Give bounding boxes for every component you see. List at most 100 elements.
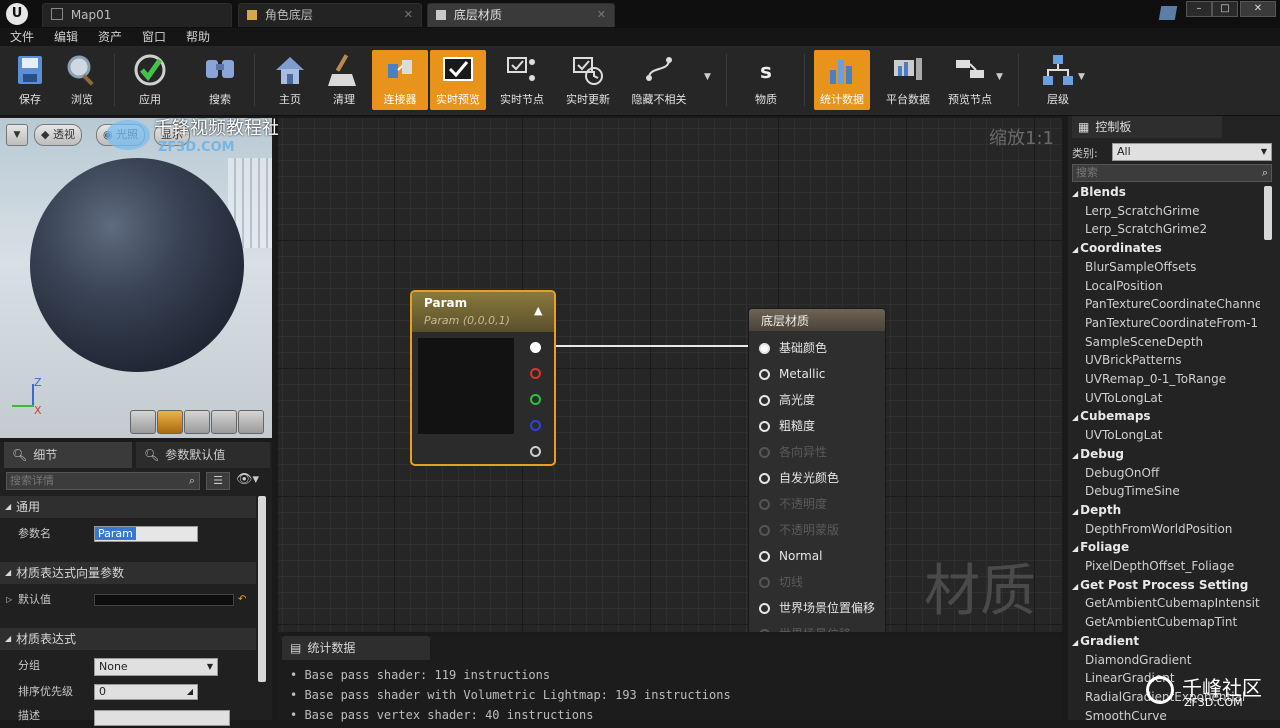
palette-category[interactable]: ◢ Get Post Process Setting: [1072, 576, 1248, 595]
collapse-node-icon[interactable]: ▲: [534, 304, 542, 317]
preview-node-button[interactable]: 预览节点: [942, 50, 998, 110]
input-pin[interactable]: [759, 551, 770, 562]
stats-tab[interactable]: ▤ 统计数据: [282, 636, 430, 660]
save-button[interactable]: 保存: [2, 50, 58, 110]
palette-category[interactable]: ◢ Debug: [1072, 445, 1124, 464]
details-search-input[interactable]: 搜索详情 ⌕: [6, 472, 200, 490]
palette-tab[interactable]: ▦ 控制板: [1072, 116, 1222, 138]
minimize-button[interactable]: –: [1186, 1, 1212, 17]
palette-item[interactable]: Lerp_ScratchGrime2: [1085, 220, 1207, 239]
tab-parameter-defaults[interactable]: 🔍︎ 参数默认值: [136, 442, 270, 468]
substance-button[interactable]: s 物质: [738, 50, 794, 110]
palette-item[interactable]: DebugOnOff: [1085, 464, 1159, 483]
palette-item[interactable]: BlurSampleOffsets: [1085, 258, 1196, 277]
input-pin[interactable]: [759, 577, 770, 588]
material-graph[interactable]: 缩放1:1 材质 Param Param (0,0,0,1) ▲ 底层材质 基础…: [278, 118, 1062, 632]
hide-unrelated-dropdown-icon[interactable]: ▼: [704, 72, 711, 82]
close-window-button[interactable]: ✕: [1240, 1, 1276, 17]
menu-edit[interactable]: 编辑: [54, 28, 78, 46]
default-color-swatch[interactable]: [94, 594, 234, 606]
unreal-logo-icon[interactable]: U: [6, 3, 28, 25]
input-pin[interactable]: [759, 369, 770, 380]
section-general[interactable]: ◢ 通用: [0, 496, 256, 518]
preview-mesh-button[interactable]: [238, 410, 264, 434]
details-scrollbar[interactable]: [258, 496, 266, 682]
input-pin[interactable]: [759, 395, 770, 406]
input-pin[interactable]: [759, 603, 770, 614]
preview-sphere-button[interactable]: [157, 410, 183, 434]
hide-unrelated-button[interactable]: 隐藏不相关: [628, 50, 690, 110]
eye-icon[interactable]: 👁︎▾: [236, 472, 259, 487]
param-name-input[interactable]: Param: [94, 526, 198, 542]
tab-details[interactable]: 🔍︎ 细节: [4, 442, 132, 468]
output-pin-g[interactable]: [530, 394, 541, 405]
palette-item[interactable]: UVToLongLat: [1085, 426, 1162, 445]
palette-search-input[interactable]: 搜索 ⌕: [1072, 164, 1272, 182]
palette-scrollbar[interactable]: [1264, 186, 1272, 240]
palette-item[interactable]: GetAmbientCubemapTint: [1085, 613, 1237, 632]
menu-help[interactable]: 帮助: [186, 28, 210, 46]
live-update-button[interactable]: 实时更新: [560, 50, 616, 110]
palette-item[interactable]: PixelDepthOffset_Foliage: [1085, 557, 1234, 576]
palette-item[interactable]: PanTextureCoordinateChanne: [1085, 295, 1260, 314]
input-pin[interactable]: [759, 343, 770, 354]
palette-category[interactable]: ◢ Depth: [1072, 501, 1121, 520]
live-nodes-button[interactable]: 实时节点: [494, 50, 550, 110]
home-button[interactable]: 主页: [262, 50, 318, 110]
input-pin[interactable]: [759, 525, 770, 536]
expand-arrow-icon[interactable]: ▷: [6, 588, 12, 612]
tab-base-material[interactable]: 底层材质 ✕: [427, 3, 615, 27]
palette-category[interactable]: ◢ Coordinates: [1072, 239, 1162, 258]
output-pin-r[interactable]: [530, 368, 541, 379]
palette-item[interactable]: PanTextureCoordinateFrom-1: [1085, 314, 1258, 333]
palette-category[interactable]: ◢ Foliage: [1072, 538, 1129, 557]
clean-button[interactable]: 清理: [316, 50, 372, 110]
hierarchy-dropdown-icon[interactable]: ▼: [1078, 72, 1085, 82]
input-pin[interactable]: [759, 473, 770, 484]
palette-category[interactable]: ◢ Blends: [1072, 183, 1126, 202]
palette-item[interactable]: DebugTimeSine: [1085, 482, 1180, 501]
view-options-button[interactable]: ☰: [206, 472, 230, 490]
connector-button[interactable]: 连接器: [372, 50, 428, 110]
live-preview-button[interactable]: 实时预览: [430, 50, 486, 110]
input-pin[interactable]: [759, 447, 770, 458]
palette-category[interactable]: ◢ Cubemaps: [1072, 407, 1151, 426]
group-dropdown[interactable]: None ▼: [94, 658, 218, 676]
priority-input[interactable]: 0 ◢: [94, 684, 198, 700]
viewport-options-button[interactable]: ▼: [6, 124, 28, 146]
apply-button[interactable]: 应用: [122, 50, 178, 110]
menu-file[interactable]: 文件: [10, 28, 34, 46]
preview-viewport[interactable]: ▼ ◆ 透视 ◉ 光照 显示 Z X: [0, 118, 272, 438]
palette-item[interactable]: UVToLongLat: [1085, 389, 1162, 408]
menu-window[interactable]: 窗口: [142, 28, 166, 46]
preview-cylinder-button[interactable]: [130, 410, 156, 434]
material-result-node[interactable]: 底层材质 基础颜色 Metallic 高光度 粗糙度 各向异性 自发光颜色 不透明度 不透明蒙…: [748, 308, 886, 632]
section-material-expression[interactable]: ◢ 材质表达式: [0, 628, 256, 650]
palette-item[interactable]: DiamondGradient: [1085, 651, 1191, 670]
reset-default-icon[interactable]: ↶: [238, 588, 246, 612]
palette-item[interactable]: UVRemap_0-1_ToRange: [1085, 370, 1226, 389]
palette-item[interactable]: Lerp_ScratchGrime: [1085, 202, 1199, 221]
section-vector-param[interactable]: ◢ 材质表达式向量参数: [0, 562, 256, 584]
preview-cube-button[interactable]: [211, 410, 237, 434]
palette-item[interactable]: GetAmbientCubemapIntensity: [1085, 594, 1260, 613]
platform-stats-button[interactable]: 平台数据: [878, 50, 938, 110]
menu-asset[interactable]: 资产: [98, 28, 122, 46]
input-pin[interactable]: [759, 629, 770, 632]
input-pin[interactable]: [759, 499, 770, 510]
close-tab-icon[interactable]: ✕: [597, 4, 606, 26]
close-tab-icon[interactable]: ✕: [404, 4, 413, 26]
palette-item[interactable]: LocalPosition: [1085, 277, 1163, 296]
tab-map01[interactable]: Map01: [42, 3, 232, 27]
palette-item[interactable]: DepthFromWorldPosition: [1085, 520, 1232, 539]
palette-category[interactable]: ◢ Gradient: [1072, 632, 1139, 651]
category-dropdown[interactable]: All ▼: [1112, 143, 1272, 161]
perspective-button[interactable]: ◆ 透视: [34, 124, 82, 146]
param-node[interactable]: Param Param (0,0,0,1) ▲: [410, 290, 556, 466]
output-pin-b[interactable]: [530, 420, 541, 431]
palette-item[interactable]: UVBrickPatterns: [1085, 351, 1181, 370]
feedback-icon[interactable]: [1158, 6, 1178, 20]
search-button[interactable]: 搜索: [192, 50, 248, 110]
output-pin-a[interactable]: [530, 446, 541, 457]
output-pin-rgb[interactable]: [530, 342, 541, 353]
